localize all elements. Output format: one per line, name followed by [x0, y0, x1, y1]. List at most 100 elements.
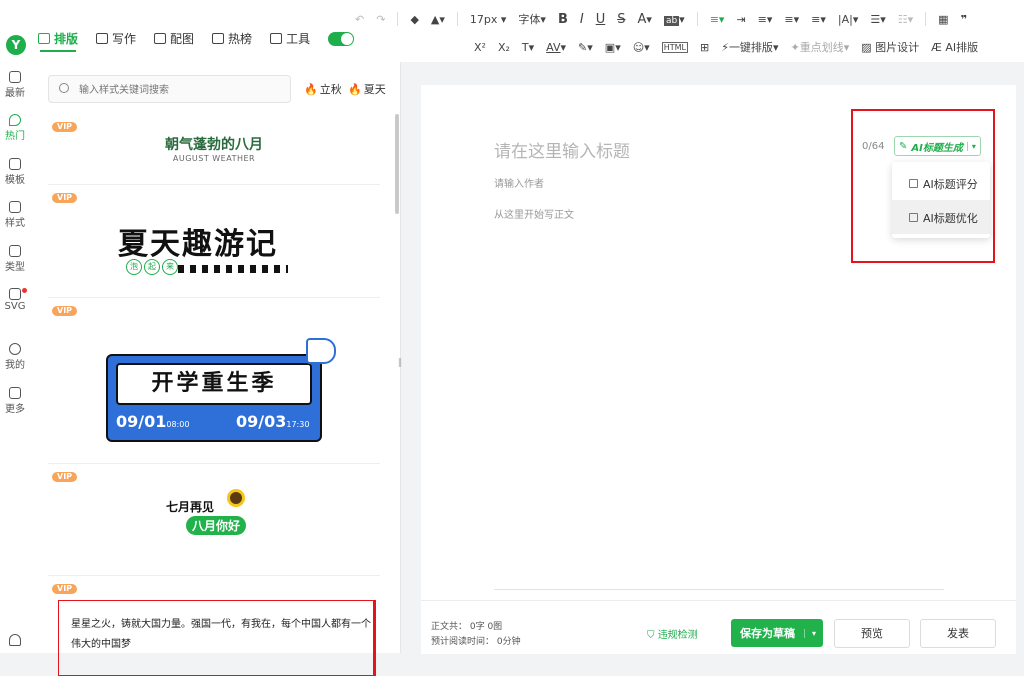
one-click-layout-button[interactable]: ⚡一键排版▾	[721, 39, 778, 55]
shield-icon: ⛉	[647, 630, 655, 641]
bold-button[interactable]: B	[558, 12, 568, 27]
font-family-select[interactable]: 字体▾	[518, 11, 546, 27]
emoji-icon[interactable]: ☺▾	[633, 41, 650, 54]
list-icon[interactable]: ☰▾	[870, 13, 885, 26]
search-input[interactable]	[77, 80, 281, 100]
tab-layout[interactable]: 排版	[38, 30, 78, 47]
style-card-quote[interactable]: VIP 星星之火，铸就大国力量。强国一代，有我在，每个中国人都有一个伟大的中国梦	[48, 576, 380, 676]
rail-item-label: 更多	[5, 404, 25, 415]
rail-item-type[interactable]: 类型	[0, 245, 30, 273]
picture-icon	[154, 33, 167, 44]
align-left-icon[interactable]: ≡▾	[710, 13, 725, 26]
clear-format-icon[interactable]: ▲▾	[431, 13, 445, 26]
line-height-icon[interactable]: ≡▾	[784, 13, 799, 26]
rail-item-hot[interactable]: 热门	[0, 114, 30, 142]
card-subtitle: 八月你好	[186, 516, 247, 535]
strikethrough-button[interactable]: S	[617, 12, 625, 27]
rail-item-template[interactable]: 模板	[0, 158, 30, 186]
body-editor[interactable]: 从这里开始写正文	[494, 206, 574, 221]
underline-button[interactable]: U	[596, 12, 606, 27]
headset-icon[interactable]	[0, 634, 30, 647]
html-icon[interactable]: HTML	[661, 41, 688, 53]
ordered-list-icon[interactable]: ☷▾	[898, 13, 913, 26]
font-color-button[interactable]: A▾	[638, 12, 652, 27]
fire-icon: 🔥	[348, 83, 362, 96]
bookmark-icon	[212, 33, 225, 44]
publish-button[interactable]: 发表	[920, 619, 996, 648]
background-color-button[interactable]: ab ▾	[663, 13, 685, 26]
paragraph-spacing-icon[interactable]: ≡▾	[811, 13, 826, 26]
toolbar-row-1: ↶ ↷ ◆ ▲▾ 17px ▾ 字体▾ B I U S A▾ ab ▾ ≡▾ ⇥ …	[355, 11, 967, 27]
card-title: 夏天趣游记	[118, 227, 278, 262]
style-card-july-august[interactable]: VIP 七月再见 八月你好	[48, 464, 380, 576]
rail-item-mine[interactable]: 我的	[0, 343, 30, 371]
font-size-select[interactable]: 17px ▾	[470, 13, 507, 26]
card-pill: 泡	[126, 259, 142, 275]
annotation-highlight-box	[851, 109, 995, 263]
char-spacing-button[interactable]: AV▾	[546, 41, 566, 54]
hot-tag-summer[interactable]: 🔥 夏天	[348, 81, 386, 97]
svg-icon	[9, 288, 21, 300]
save-draft-button[interactable]: 保存为草稿 ▾	[731, 619, 823, 647]
left-rail: Y 最新 热门 模板 样式 类型 SVG 我的 更多	[0, 0, 31, 653]
latest-icon	[9, 71, 21, 83]
panel-collapse-handle[interactable]: ‖	[396, 350, 404, 376]
app-logo[interactable]: Y	[6, 35, 26, 55]
redo-button[interactable]: ↷	[376, 13, 385, 26]
ai-layout-button[interactable]: Æ AI排版	[931, 39, 978, 55]
more-icon	[9, 387, 21, 399]
key-line-button[interactable]: ✦重点划线▾	[790, 39, 849, 55]
search-box	[48, 75, 291, 103]
rail-item-latest[interactable]: 最新	[0, 71, 30, 99]
panel-scrollbar[interactable]	[395, 114, 399, 214]
italic-button[interactable]: I	[580, 12, 584, 27]
pen-icon	[96, 33, 109, 44]
tab-images[interactable]: 配图	[154, 30, 194, 47]
text-indent-icon[interactable]: T▾	[522, 41, 534, 54]
undo-button[interactable]: ↶	[355, 13, 364, 26]
briefcase-icon	[270, 33, 283, 44]
author-input[interactable]: 请输入作者	[494, 175, 544, 190]
tab-writing[interactable]: 写作	[96, 30, 136, 47]
card-title: 七月再见	[166, 500, 215, 514]
letter-spacing-icon[interactable]: |A|▾	[838, 13, 858, 26]
main-tabs: 排版 写作 配图 热榜 工具	[38, 30, 355, 47]
template-icon	[9, 158, 21, 170]
indent-icon[interactable]: ⇥	[736, 13, 745, 26]
rail-item-label: 我的	[5, 360, 25, 371]
rail-item-label: 类型	[5, 262, 25, 273]
vip-badge: VIP	[52, 306, 78, 316]
image-icon[interactable]: ▣▾	[605, 41, 621, 54]
toolbar-toggle[interactable]	[328, 31, 355, 46]
hot-icon	[9, 114, 21, 126]
fire-icon: 🔥	[304, 83, 318, 96]
subscript-button[interactable]: X₂	[498, 41, 510, 54]
hot-tag-liqiu[interactable]: 🔥 立秋	[304, 81, 342, 97]
format-brush-icon[interactable]: ◆	[410, 13, 418, 26]
tab-tools[interactable]: 工具	[270, 30, 310, 47]
chevron-down-icon[interactable]: ▾	[804, 628, 823, 638]
rail-item-more[interactable]: 更多	[0, 387, 30, 415]
rail-item-style[interactable]: 样式	[0, 201, 30, 229]
toolbox-icon[interactable]: ⊞	[700, 41, 709, 54]
card-quote-text: 星星之火，铸就大国力量。强国一代，有我在，每个中国人都有一个伟大的中国梦	[58, 600, 376, 676]
rail-item-label: 热门	[5, 131, 25, 142]
divider	[494, 589, 944, 590]
tab-trending[interactable]: 热榜	[212, 30, 252, 47]
violation-check-button[interactable]: ⛉ 违规检测	[647, 626, 698, 641]
rail-item-svg[interactable]: SVG	[0, 288, 30, 312]
superscript-button[interactable]: X²	[474, 41, 486, 54]
preview-button[interactable]: 预览	[834, 619, 910, 648]
table-icon[interactable]: ▦	[938, 13, 948, 26]
style-card-back-to-school[interactable]: VIP 开学重生季 09/0108:00 09/0317:30	[48, 298, 380, 464]
image-design-button[interactable]: ▨ 图片设计	[861, 39, 919, 55]
style-card-summer-trip[interactable]: VIP 夏天趣游记 泡 起 来	[48, 185, 380, 298]
quote-icon[interactable]: ❞	[961, 13, 967, 26]
magic-wand-icon[interactable]: ✎▾	[578, 41, 593, 54]
style-icon	[9, 201, 21, 213]
style-card-august[interactable]: VIP 朝气蓬勃的八月 AUGUST WEATHER	[48, 114, 380, 185]
card-subtitle: AUGUST WEATHER	[172, 154, 256, 163]
title-input[interactable]: 请在这里输入标题	[494, 137, 630, 162]
align-center-icon[interactable]: ≡▾	[758, 13, 773, 26]
card-date-1: 09/01	[116, 412, 167, 431]
